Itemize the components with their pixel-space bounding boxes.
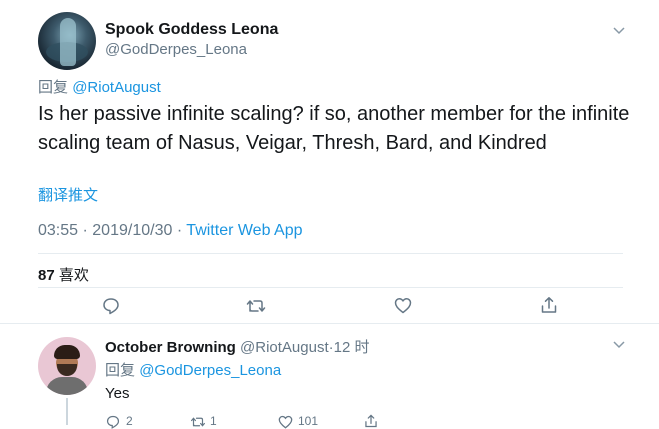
translate-tweet-link[interactable]: 翻译推文	[38, 184, 98, 205]
like-icon[interactable]	[394, 297, 412, 314]
retweet-icon[interactable]	[190, 416, 206, 428]
reply-time[interactable]: 12 时	[334, 339, 370, 356]
reply-context: 回复 @RiotAugust	[38, 76, 161, 97]
divider	[38, 253, 623, 254]
reply-header: October Browning @RiotAugust·12 时	[105, 336, 369, 357]
retweet-count: 1	[210, 414, 217, 428]
like-count: 87	[38, 267, 55, 284]
tweet-time[interactable]: 03:55	[38, 222, 78, 239]
reply-context: 回复 @GodDerpes_Leona	[105, 359, 281, 380]
avatar-hair	[54, 345, 80, 359]
reply-count: 2	[126, 414, 133, 428]
thread-line	[66, 398, 68, 425]
tweet-text: Is her passive infinite scaling? if so, …	[38, 103, 630, 154]
share-icon[interactable]	[364, 414, 378, 428]
chevron-down-icon[interactable]	[613, 341, 625, 349]
avatar-beard	[57, 364, 77, 376]
reply-icon[interactable]	[102, 297, 120, 315]
meta-separator: ·	[82, 222, 88, 239]
avatar-figure	[60, 18, 76, 66]
share-icon[interactable]	[540, 296, 558, 314]
tweet-source-link[interactable]: Twitter Web App	[186, 222, 302, 239]
reply-author-name[interactable]: October Browning	[105, 339, 236, 356]
reply-text: Yes	[105, 385, 130, 402]
chevron-down-icon[interactable]	[613, 27, 625, 35]
reply-to-link[interactable]: @RiotAugust	[72, 79, 161, 96]
reply-like-count: 101	[298, 414, 319, 428]
tweet-date[interactable]: 2019/10/30	[92, 222, 172, 239]
likes-summary[interactable]: 87 喜欢	[38, 264, 89, 285]
like-label: 喜欢	[58, 267, 89, 284]
reply-prefix: 回复	[105, 362, 136, 379]
reply-to-link[interactable]: @GodDerpes_Leona	[139, 362, 281, 379]
author-avatar[interactable]	[38, 12, 96, 70]
reply-prefix: 回复	[38, 79, 69, 96]
retweet-icon[interactable]	[246, 298, 266, 314]
reply-author-avatar[interactable]	[38, 337, 96, 395]
like-icon[interactable]	[278, 415, 293, 429]
tweet-timestamp: 03:55 · 2019/10/30 · Twitter Web App	[38, 222, 303, 240]
meta-separator: ·	[176, 222, 183, 239]
reply-author-handle[interactable]: @RiotAugust	[240, 339, 329, 356]
divider	[0, 323, 659, 324]
avatar-shirt	[46, 377, 88, 395]
author-handle[interactable]: @GodDerpes_Leona	[105, 41, 247, 58]
reply-icon[interactable]	[106, 415, 120, 429]
author-name[interactable]: Spook Goddess Leona	[105, 21, 278, 39]
divider	[38, 287, 623, 288]
